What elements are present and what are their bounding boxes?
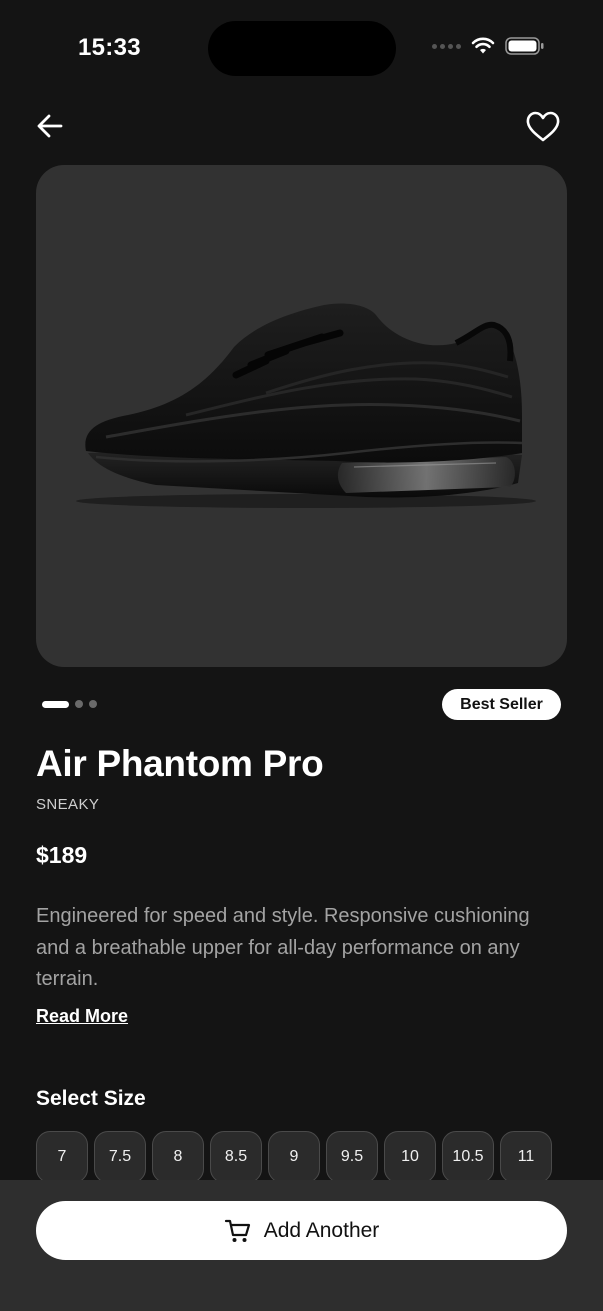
pager-dot-active[interactable] [42,700,69,708]
best-seller-badge: Best Seller [442,689,561,720]
product-brand: SNEAKY [36,796,100,813]
pager-dot[interactable] [89,700,97,708]
size-option[interactable]: 9 [268,1131,320,1183]
product-description: Engineered for speed and style. Responsi… [36,905,530,990]
cellular-signal-icon [432,43,461,49]
add-to-cart-label: Add Another [263,1218,380,1242]
size-section-label: Select Size [36,1087,146,1110]
size-option[interactable]: 11 [500,1131,552,1183]
product-image-card[interactable] [36,165,567,667]
dynamic-island [208,21,396,76]
status-icons [432,36,545,56]
size-option[interactable]: 7 [36,1131,88,1183]
wifi-icon [471,37,495,55]
product-price: $189 [36,842,88,868]
size-option[interactable]: 7.5 [94,1131,146,1183]
size-option[interactable]: 8.5 [210,1131,262,1183]
pager-dot[interactable] [75,700,83,708]
size-option[interactable]: 10 [384,1131,436,1183]
image-pager[interactable] [42,700,97,708]
favorite-button[interactable] [525,110,561,144]
size-option[interactable]: 10.5 [442,1131,494,1183]
back-button[interactable] [34,110,66,142]
battery-icon [505,36,545,56]
read-more-link[interactable]: Read More [36,1006,128,1027]
product-title: Air Phantom Pro [36,743,324,784]
back-arrow-icon [37,114,63,138]
sneaker-image [76,303,536,508]
add-to-cart-button[interactable]: Add Another [36,1201,567,1260]
cart-icon [224,1219,250,1242]
heart-icon [526,111,560,142]
size-option[interactable]: 9.5 [326,1131,378,1183]
size-options: 7 7.5 8 8.5 9 9.5 10 10.5 11 [36,1131,552,1183]
size-option[interactable]: 8 [152,1131,204,1183]
status-time: 15:33 [78,34,141,61]
